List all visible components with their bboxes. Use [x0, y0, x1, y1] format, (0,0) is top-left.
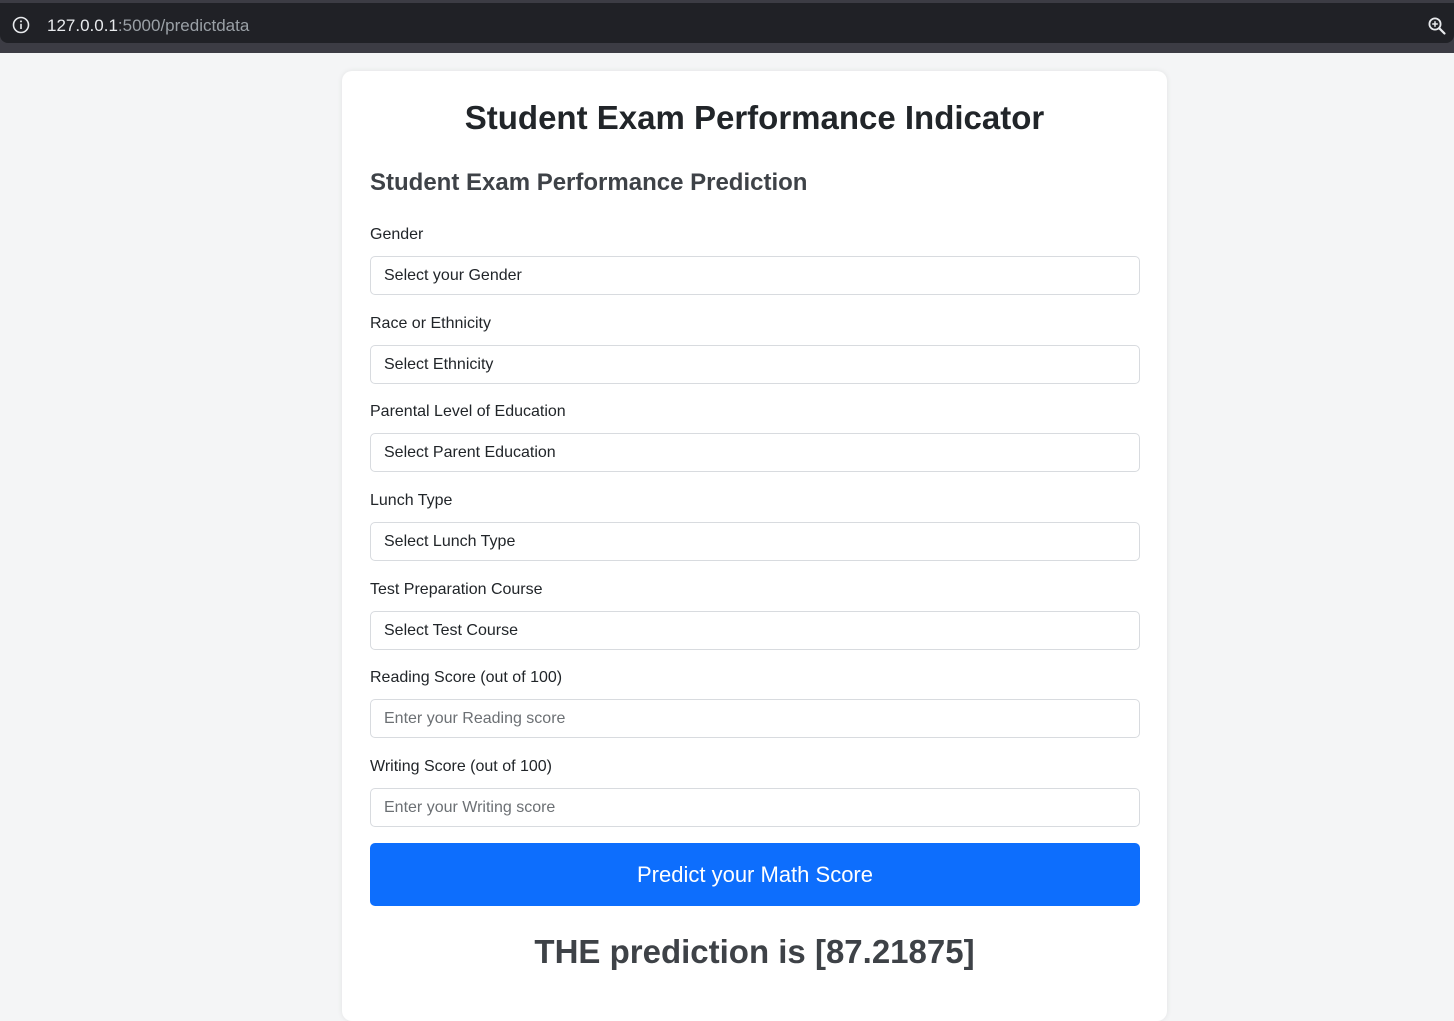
browser-toolbar: 127.0.0.1:5000/predictdata: [0, 0, 1454, 53]
form-card: Student Exam Performance Indicator Stude…: [342, 71, 1167, 1021]
writing-score-label: Writing Score (out of 100): [370, 758, 553, 775]
page-title: Student Exam Performance Indicator: [464, 99, 1045, 136]
ethnicity-label: Race or Ethnicity: [370, 315, 491, 332]
test-course-select[interactable]: Select Test Course: [370, 611, 1140, 650]
prediction-result: THE prediction is [87.21875]: [534, 933, 975, 970]
reading-score-input[interactable]: [370, 699, 1140, 738]
test-course-label: Test Preparation Course: [370, 581, 543, 598]
info-icon[interactable]: [12, 16, 30, 34]
address-bar[interactable]: 127.0.0.1:5000/predictdata: [0, 3, 1454, 43]
predict-button[interactable]: Predict your Math Score: [370, 843, 1140, 906]
writing-score-input[interactable]: [370, 788, 1140, 827]
lunch-type-label: Lunch Type: [370, 492, 453, 509]
address-url[interactable]: 127.0.0.1:5000/predictdata: [47, 16, 249, 36]
reading-score-label: Reading Score (out of 100): [370, 669, 563, 686]
zoom-in-icon[interactable]: [1427, 16, 1447, 36]
form-title: Student Exam Performance Prediction: [370, 169, 808, 196]
url-path: :5000/predictdata: [117, 16, 250, 35]
gender-label: Gender: [370, 226, 424, 243]
url-host: 127.0.0.1: [47, 16, 118, 35]
parental-education-select[interactable]: Select Parent Education: [370, 433, 1140, 472]
ethnicity-select[interactable]: Select Ethnicity: [370, 345, 1140, 384]
lunch-type-select[interactable]: Select Lunch Type: [370, 522, 1140, 561]
gender-select[interactable]: Select your Gender: [370, 256, 1140, 295]
parental-education-label: Parental Level of Education: [370, 403, 566, 420]
